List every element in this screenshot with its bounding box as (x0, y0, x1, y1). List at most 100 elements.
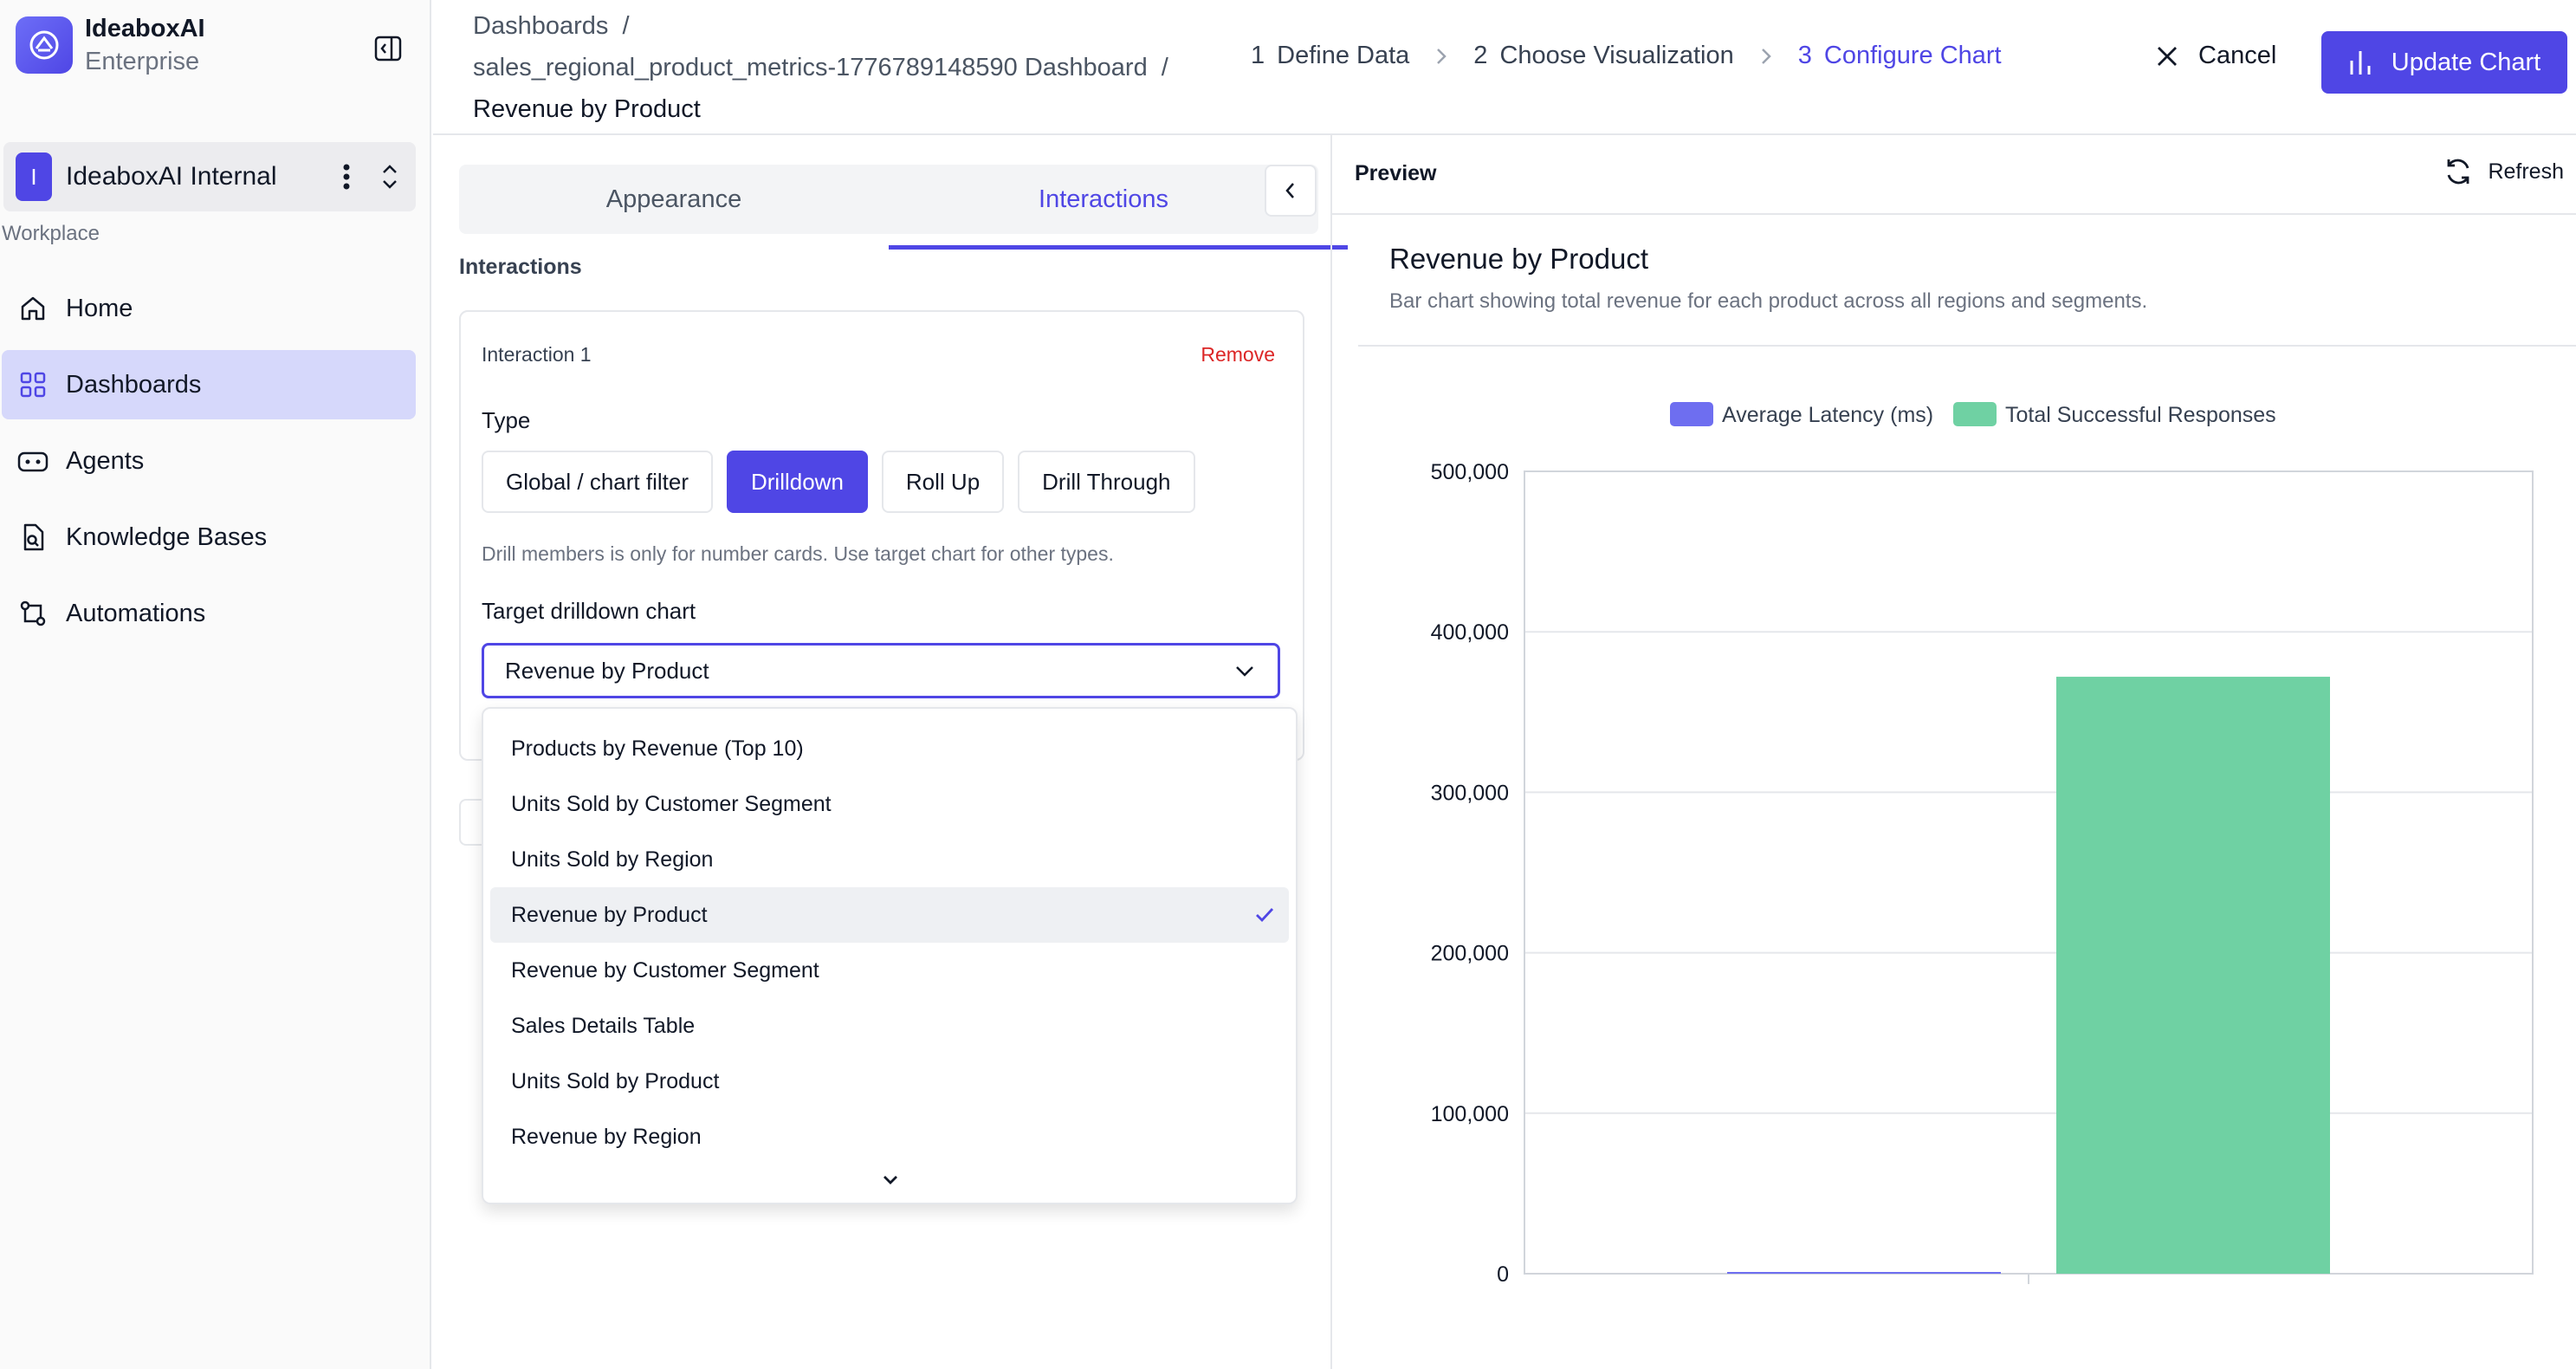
wizard-steps: 1 Define Data 2 Choose Visualization 3 C… (1251, 42, 2002, 70)
sidebar-collapse-icon[interactable] (369, 31, 407, 66)
workflow-icon (16, 596, 50, 631)
sidebar-item-home[interactable]: Home (2, 274, 416, 343)
config-tabs: Appearance Interactions (459, 165, 1348, 250)
dropdown-option[interactable]: Revenue by Customer Segment (490, 943, 1289, 998)
chevrons-up-down-icon[interactable] (364, 159, 416, 194)
bar-total-successful-responses (2056, 677, 2330, 1274)
step-label: Configure Chart (1823, 42, 2002, 69)
step-number: 2 (1473, 42, 1488, 69)
dropdown-option[interactable]: Units Sold by Product (490, 1054, 1289, 1109)
interaction-title: Interaction 1 (482, 343, 592, 366)
sidebar-item-label: Dashboards (66, 370, 202, 399)
dropdown-option[interactable]: Sales Details Table (490, 998, 1289, 1054)
type-drilldown-button[interactable]: Drilldown (726, 451, 868, 513)
sidebar: IdeaboxAI Enterprise I IdeaboxAI Interna… (0, 0, 431, 1369)
interaction-type-group: Global / chart filter Drilldown Roll Up … (482, 451, 1209, 513)
option-label: Revenue by Region (511, 1124, 702, 1149)
step-number: 1 (1251, 42, 1265, 69)
legend-swatch (1670, 402, 1713, 426)
step-label: Define Data (1277, 42, 1410, 69)
remove-interaction-button[interactable]: Remove (1201, 343, 1275, 367)
dropdown-option[interactable]: Revenue by Region (490, 1109, 1289, 1165)
close-icon (2155, 44, 2179, 68)
step-label: Choose Visualization (1499, 42, 1734, 69)
step-choose-visualization[interactable]: 2 Choose Visualization (1473, 42, 1733, 70)
bar-average-latency-ms- (1727, 1272, 2001, 1274)
dropdown-option[interactable]: Units Sold by Region (490, 832, 1289, 887)
check-icon (1252, 903, 1277, 927)
type-global-filter-button[interactable]: Global / chart filter (482, 451, 713, 513)
sidebar-item-agents[interactable]: Agents (2, 426, 416, 496)
file-search-icon (16, 520, 50, 555)
sidebar-item-knowledge-bases[interactable]: Knowledge Bases (2, 503, 416, 572)
y-tick-label: 0 (1497, 1262, 1509, 1287)
top-header: Dashboards / sales_regional_product_metr… (433, 0, 2576, 135)
target-chart-select[interactable]: Revenue by Product (482, 643, 1280, 698)
type-drill-through-button[interactable]: Drill Through (1018, 451, 1195, 513)
org-avatar: I (16, 152, 52, 201)
breadcrumb: Dashboards / sales_regional_product_metr… (473, 5, 1168, 130)
legend-label: Average Latency (ms) (1722, 403, 1933, 427)
option-label: Units Sold by Product (511, 1068, 720, 1093)
brand-name: IdeaboxAI (85, 15, 205, 42)
dashboard-grid-icon (16, 367, 50, 402)
home-icon (16, 291, 50, 326)
chevron-left-icon (1285, 183, 1294, 198)
y-tick-label: 100,000 (1431, 1102, 1509, 1126)
y-tick-label: 500,000 (1431, 460, 1509, 484)
brand-logo-icon (16, 16, 73, 74)
target-chart-dropdown: Products by Revenue (Top 10) Units Sold … (482, 707, 1298, 1204)
sidebar-item-dashboards[interactable]: Dashboards (2, 350, 416, 419)
option-label: Units Sold by Customer Segment (511, 791, 832, 816)
sidebar-item-label: Knowledge Bases (66, 522, 268, 551)
preview-panel: Preview Refresh Revenue by Product Bar c… (1330, 135, 2576, 1369)
dropdown-option[interactable]: Units Sold by Customer Segment (490, 776, 1289, 832)
breadcrumb-dashboard-link[interactable]: sales_regional_product_metrics-177678914… (473, 54, 1148, 81)
breadcrumb-current: Revenue by Product (473, 95, 701, 123)
brand[interactable]: IdeaboxAI Enterprise (16, 12, 205, 78)
option-label: Units Sold by Region (511, 847, 714, 872)
update-chart-label: Update Chart (2391, 48, 2541, 76)
target-chart-label: Target drilldown chart (482, 598, 696, 624)
dropdown-option[interactable]: Products by Revenue (Top 10) (490, 721, 1289, 776)
org-name: IdeaboxAI Internal (66, 162, 277, 191)
collapse-panel-button[interactable] (1265, 165, 1317, 217)
cancel-label: Cancel (2198, 42, 2277, 69)
target-chart-value: Revenue by Product (505, 657, 709, 684)
plot-border (1524, 470, 2534, 1275)
option-label: Revenue by Product (511, 902, 708, 927)
org-switcher[interactable]: I IdeaboxAI Internal (3, 142, 416, 211)
y-tick-label: 400,000 (1431, 620, 1509, 645)
update-chart-button[interactable]: Update Chart (2321, 31, 2567, 94)
bar-chart: 0 100,000 200,000 300,000 400,000 500,000 Aver… (1431, 402, 2534, 1287)
breadcrumb-separator: / (1161, 54, 1168, 81)
drill-hint-text: Drill members is only for number cards. … (482, 542, 1114, 565)
sidebar-item-label: Automations (66, 599, 206, 627)
step-configure-chart[interactable]: 3 Configure Chart (1798, 42, 2002, 70)
dropdown-option-selected[interactable]: Revenue by Product (490, 887, 1289, 943)
more-vertical-icon[interactable] (329, 159, 364, 194)
legend-label: Total Successful Responses (2005, 403, 2276, 427)
y-tick-label: 200,000 (1431, 942, 1509, 966)
breadcrumb-dashboards-link[interactable]: Dashboards (473, 12, 608, 40)
sidebar-nav: Home Dashboards Agents Knowledge Bases A… (2, 274, 416, 655)
brand-edition: Enterprise (85, 48, 200, 75)
tab-interactions[interactable]: Interactions (889, 165, 1348, 250)
step-define-data[interactable]: 1 Define Data (1251, 42, 1409, 70)
sidebar-item-label: Agents (66, 446, 145, 475)
interaction-card: Interaction 1 Remove Type Global / chart… (459, 310, 1304, 761)
legend-swatch (1953, 402, 1997, 426)
scroll-down-chevron-icon[interactable] (878, 1170, 903, 1191)
y-tick-label: 300,000 (1431, 781, 1509, 805)
cancel-button[interactable]: Cancel (2155, 42, 2276, 70)
option-label: Revenue by Customer Segment (511, 957, 819, 983)
type-roll-up-button[interactable]: Roll Up (881, 451, 1005, 513)
sidebar-item-label: Home (66, 294, 133, 322)
robot-icon (16, 444, 50, 478)
type-label: Type (482, 407, 531, 433)
step-number: 3 (1797, 42, 1812, 69)
tab-appearance[interactable]: Appearance (459, 165, 889, 234)
bar-chart-icon (2348, 49, 2372, 76)
sidebar-item-automations[interactable]: Automations (2, 579, 416, 648)
workplace-label: Workplace (2, 222, 100, 245)
